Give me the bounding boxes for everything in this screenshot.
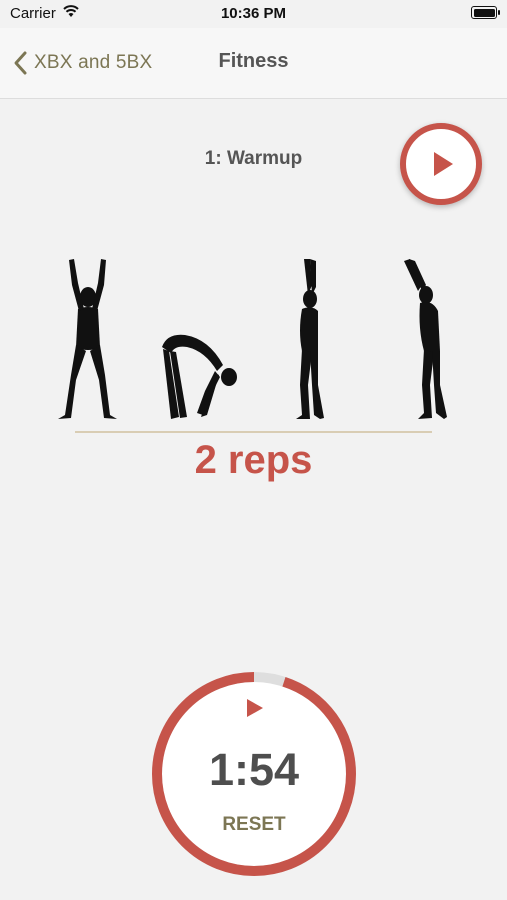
nav-title: Fitness [218, 50, 289, 72]
timer-time: 1:54 [208, 744, 300, 795]
reset-label: RESET [222, 814, 286, 835]
timer-button[interactable]: 1:54 RESET [152, 672, 356, 876]
play-icon [247, 699, 263, 717]
divider-line [75, 431, 432, 433]
reps-label: 2 reps [194, 438, 313, 482]
figure-back-stretch [404, 259, 447, 419]
figure-forward-bend [162, 334, 237, 419]
exercise-illustration [55, 255, 455, 425]
exercise-play-button[interactable] [400, 123, 482, 205]
play-icon [434, 152, 453, 176]
status-time: 10:36 PM [220, 5, 287, 22]
figure-arms-raised [58, 259, 117, 419]
status-bar: Carrier 10:36 PM [0, 0, 507, 28]
navigation-bar: XBX and 5BX Fitness [0, 28, 507, 99]
battery-icon [471, 6, 500, 19]
figure-side-stretch [296, 259, 324, 419]
